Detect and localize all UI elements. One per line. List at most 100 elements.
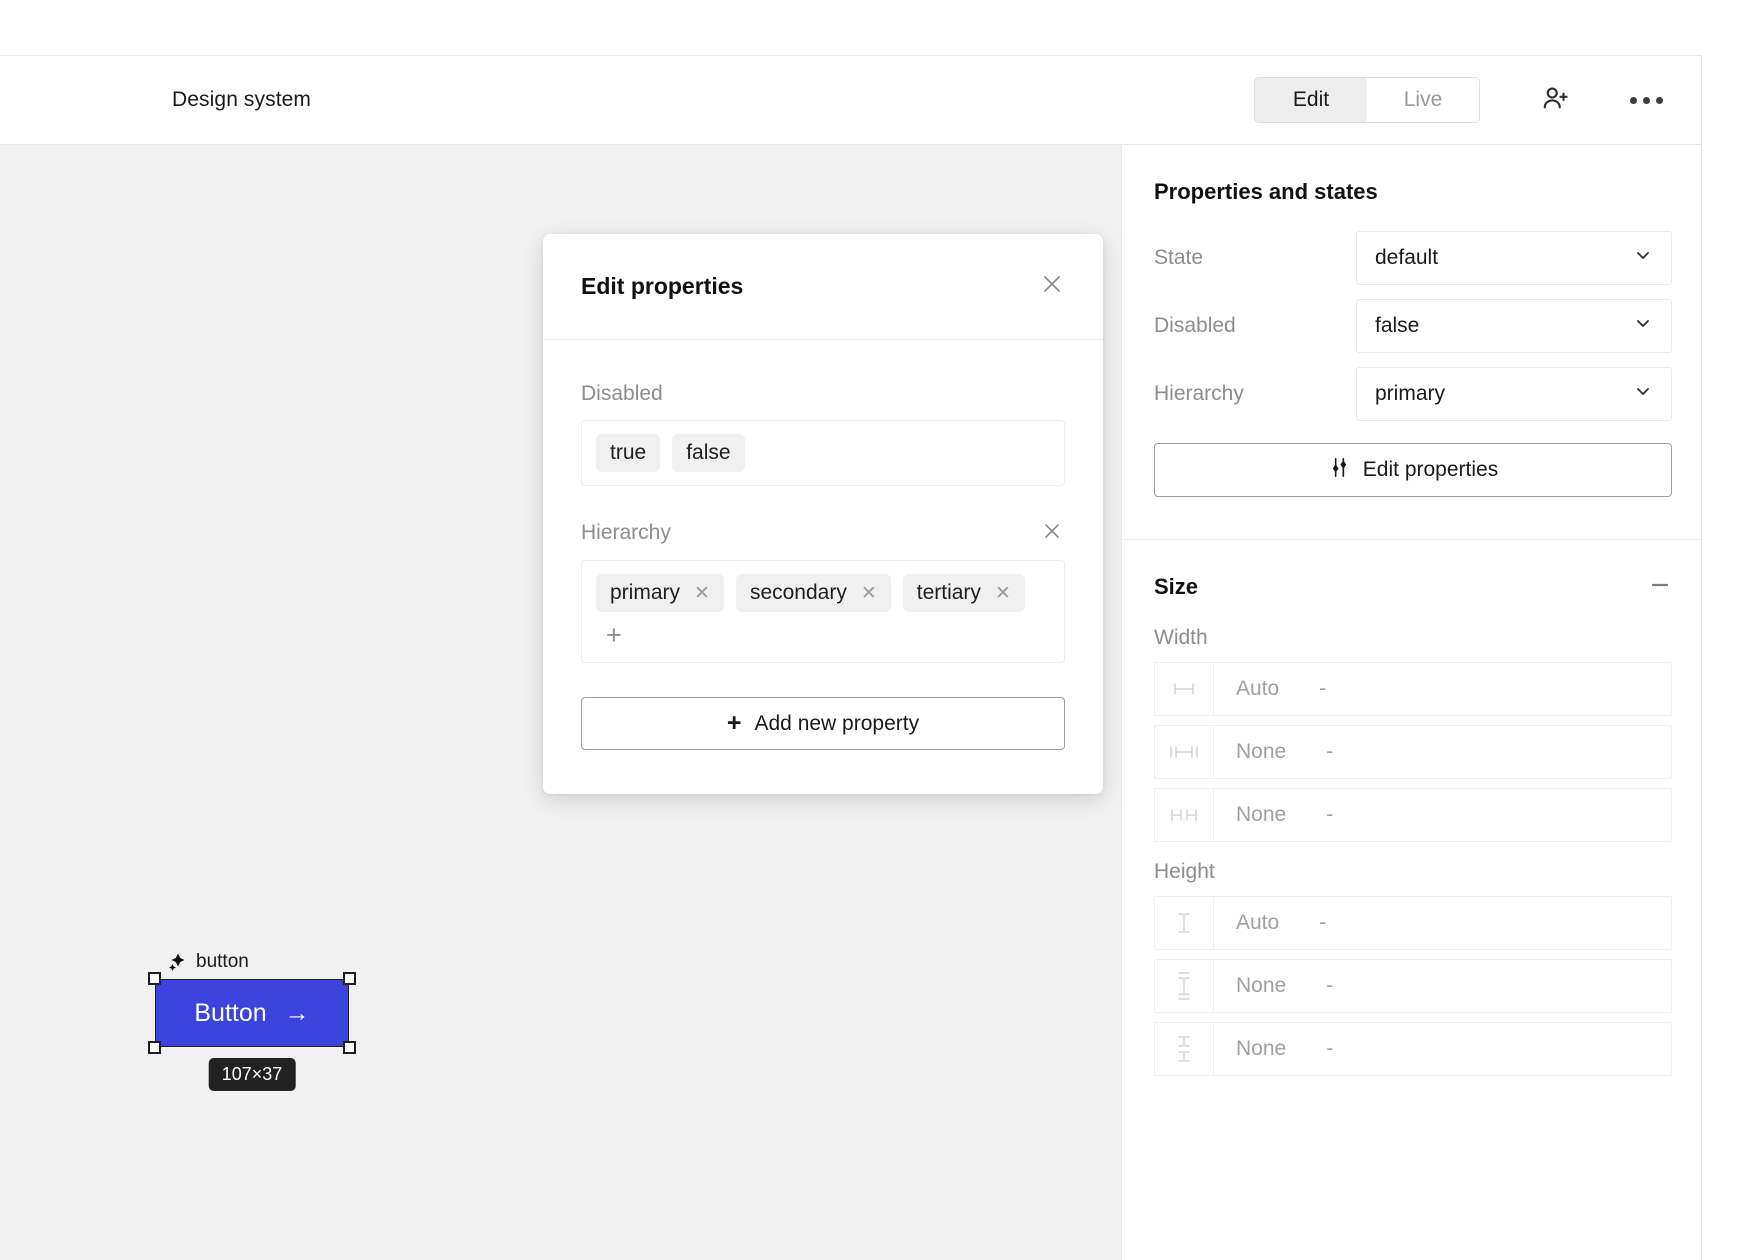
dialog-body: Disabled true false Hierarchy primary ✕ … xyxy=(543,340,1103,794)
width-auto-value: Auto xyxy=(1236,677,1280,700)
canvas-button-label: Button xyxy=(194,998,267,1027)
max-height-unit: - xyxy=(1326,1037,1334,1060)
width-auto-row[interactable]: Auto - xyxy=(1154,662,1672,716)
more-options-button[interactable] xyxy=(1622,76,1670,124)
field-state: State default xyxy=(1154,231,1672,285)
min-height-value: None xyxy=(1236,974,1287,997)
width-icon xyxy=(1155,663,1214,715)
width-auto-values: Auto - xyxy=(1214,663,1671,715)
value-chip-label: primary xyxy=(610,581,681,604)
sliders-vertical-icon xyxy=(1328,456,1351,485)
add-new-property-button[interactable]: + Add new property xyxy=(581,697,1065,750)
remove-value-icon[interactable]: ✕ xyxy=(995,584,1011,603)
header-actions: Edit Live xyxy=(1254,56,1701,144)
field-disabled: Disabled false xyxy=(1154,299,1672,353)
min-height-row[interactable]: None - xyxy=(1154,959,1672,1013)
select-state-value: default xyxy=(1375,246,1439,269)
add-value-button[interactable]: + xyxy=(596,622,632,649)
height-auto-row[interactable]: Auto - xyxy=(1154,896,1672,950)
arrow-right-icon: → xyxy=(284,998,310,1027)
select-hierarchy[interactable]: primary xyxy=(1356,367,1672,421)
selected-component[interactable]: button Button → 107×37 xyxy=(148,951,356,1091)
max-height-row[interactable]: None - xyxy=(1154,1022,1672,1076)
edit-properties-dialog: Edit properties Disabled true false Hier… xyxy=(543,234,1103,794)
height-auto-unit: - xyxy=(1319,911,1327,934)
max-height-value: None xyxy=(1236,1037,1287,1060)
field-label-hierarchy: Hierarchy xyxy=(1154,382,1244,405)
size-section: Size Width Auto - None - None - Height A… xyxy=(1122,540,1701,1119)
size-section-title: Size xyxy=(1154,574,1199,599)
height-auto-values: Auto - xyxy=(1214,897,1671,949)
max-width-row[interactable]: None - xyxy=(1154,788,1672,842)
property-label-row: Hierarchy xyxy=(581,520,1065,546)
min-width-unit: - xyxy=(1326,740,1334,763)
value-chip-label: false xyxy=(686,441,731,464)
min-height-icon xyxy=(1155,960,1214,1012)
resize-handle-bottom-right[interactable] xyxy=(343,1041,356,1054)
value-chip-primary[interactable]: primary ✕ xyxy=(596,574,724,612)
collapse-size-button[interactable] xyxy=(1648,575,1672,599)
value-chip-false[interactable]: false xyxy=(672,434,745,472)
design-canvas[interactable]: button Button → 107×37 Edit properties D… xyxy=(0,145,1121,1260)
max-height-icon xyxy=(1155,1023,1214,1075)
height-label: Height xyxy=(1154,860,1215,883)
min-height-values: None - xyxy=(1214,960,1671,1012)
select-hierarchy-value: primary xyxy=(1375,382,1446,405)
more-horizontal-icon xyxy=(1629,96,1663,104)
max-width-icon xyxy=(1155,789,1214,841)
component-label: button xyxy=(168,951,349,973)
dialog-close-button[interactable] xyxy=(1037,272,1067,302)
dialog-header: Edit properties xyxy=(543,234,1103,340)
document-title: Design system xyxy=(172,88,312,111)
property-values-disabled: true false xyxy=(581,420,1065,486)
property-name-disabled: Disabled xyxy=(581,382,663,405)
width-label: Width xyxy=(1154,626,1208,649)
properties-and-states-section: Properties and states State default Disa… xyxy=(1122,145,1701,540)
select-disabled-value: false xyxy=(1375,314,1420,337)
edit-properties-button[interactable]: Edit properties xyxy=(1154,443,1672,497)
field-label-state: State xyxy=(1154,246,1204,269)
remove-value-icon[interactable]: ✕ xyxy=(694,584,710,603)
resize-handle-top-right[interactable] xyxy=(343,972,356,985)
min-width-value: None xyxy=(1236,740,1287,763)
property-name-hierarchy: Hierarchy xyxy=(581,521,671,544)
section-header: Size xyxy=(1154,574,1672,600)
select-state[interactable]: default xyxy=(1356,231,1672,285)
canvas-button[interactable]: Button → 107×37 xyxy=(148,972,356,1091)
chevron-down-icon xyxy=(1633,245,1653,271)
close-icon xyxy=(1041,273,1063,300)
component-sparkle-icon xyxy=(168,952,188,972)
property-group-hierarchy: Hierarchy primary ✕ secondary ✕ tertiary… xyxy=(581,520,1065,663)
minus-icon xyxy=(1649,574,1671,601)
field-hierarchy: Hierarchy primary xyxy=(1154,367,1672,421)
value-chip-tertiary[interactable]: tertiary ✕ xyxy=(902,574,1025,612)
min-width-values: None - xyxy=(1214,726,1671,778)
remove-value-icon[interactable]: ✕ xyxy=(861,584,877,603)
min-width-row[interactable]: None - xyxy=(1154,725,1672,779)
tab-edit[interactable]: Edit xyxy=(1255,78,1367,122)
min-width-icon xyxy=(1155,726,1214,778)
resize-handle-top-left[interactable] xyxy=(148,972,161,985)
dialog-title: Edit properties xyxy=(581,273,744,299)
resize-handle-bottom-left[interactable] xyxy=(148,1041,161,1054)
max-width-values: None - xyxy=(1214,789,1671,841)
chevron-down-icon xyxy=(1633,313,1653,339)
value-chip-label: secondary xyxy=(749,581,847,604)
tab-live[interactable]: Live xyxy=(1367,78,1479,122)
invite-button[interactable] xyxy=(1532,76,1580,124)
size-badge: 107×37 xyxy=(208,1058,296,1091)
value-chip-secondary[interactable]: secondary ✕ xyxy=(735,574,891,612)
value-chip-label: true xyxy=(610,441,647,464)
mode-toggle: Edit Live xyxy=(1254,77,1480,123)
value-chip-true[interactable]: true xyxy=(596,434,661,472)
remove-property-button[interactable] xyxy=(1039,520,1065,546)
height-icon xyxy=(1155,897,1214,949)
select-disabled[interactable]: false xyxy=(1356,299,1672,353)
person-add-icon xyxy=(1541,83,1571,118)
max-height-values: None - xyxy=(1214,1023,1671,1075)
inspector-panel: Properties and states State default Disa… xyxy=(1121,145,1701,1260)
height-auto-value: Auto xyxy=(1236,911,1280,934)
properties-section-title: Properties and states xyxy=(1154,179,1378,204)
section-header: Properties and states xyxy=(1154,179,1672,205)
max-width-unit: - xyxy=(1326,803,1334,826)
